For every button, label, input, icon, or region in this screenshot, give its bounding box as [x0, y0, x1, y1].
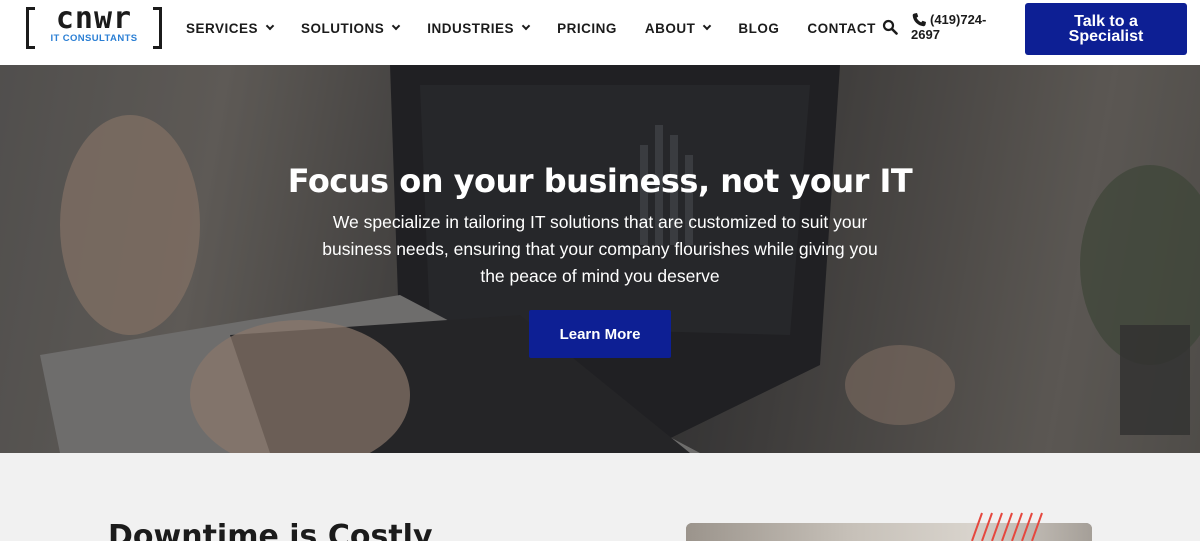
nav-contact[interactable]: CONTACT — [807, 21, 876, 36]
logo-wordmark: cnwr — [55, 1, 133, 36]
nav-label: INDUSTRIES — [427, 20, 515, 36]
hero-title: Focus on your business, not your IT — [287, 162, 913, 200]
nav-blog[interactable]: BLOG — [738, 21, 779, 36]
section-title: Downtime is Costly — [108, 519, 433, 541]
search-icon[interactable] — [882, 19, 898, 35]
main-nav: SERVICES SOLUTIONS INDUSTRIES PRICING AB… — [186, 0, 904, 56]
nav-about[interactable]: ABOUT — [644, 20, 712, 36]
logo-bracket-right — [153, 7, 162, 49]
nav-pricing[interactable]: PRICING — [557, 21, 617, 36]
chevron-down-icon — [265, 21, 275, 31]
hero-section: Focus on your business, not your IT We s… — [0, 65, 1200, 453]
site-header: cnwr IT CONSULTANTS SERVICES SOLUTIONS I… — [0, 0, 1200, 65]
phone-link[interactable]: (419)724-2697 — [911, 12, 1006, 46]
logo-bracket-left — [26, 7, 35, 49]
nav-label: SERVICES — [186, 20, 259, 36]
nav-label: PRICING — [557, 20, 617, 36]
nav-label: SOLUTIONS — [301, 20, 385, 36]
phone-number: (419)724-2697 — [911, 12, 987, 42]
learn-more-button[interactable]: Learn More — [529, 310, 671, 358]
site-logo[interactable]: cnwr IT CONSULTANTS — [26, 1, 162, 49]
nav-label: ABOUT — [644, 20, 696, 36]
chevron-down-icon — [521, 21, 531, 31]
logo-tagline: IT CONSULTANTS — [50, 33, 138, 44]
chevron-down-icon — [703, 21, 712, 31]
downtime-section: Downtime is Costly — [0, 453, 1200, 541]
nav-industries[interactable]: INDUSTRIES — [427, 20, 531, 36]
hero-subtitle: We specialize in tailoring IT solutions … — [322, 212, 878, 286]
nav-solutions[interactable]: SOLUTIONS — [301, 20, 401, 36]
chevron-down-icon — [392, 21, 401, 31]
hero-content: Focus on your business, not your IT We s… — [0, 65, 1200, 453]
decorative-stripes-icon — [971, 512, 1043, 541]
nav-label: BLOG — [738, 20, 780, 36]
talk-to-specialist-button[interactable]: Talk to a Specialist — [1025, 3, 1187, 55]
nav-label: CONTACT — [807, 20, 876, 36]
nav-services[interactable]: SERVICES — [186, 20, 275, 36]
